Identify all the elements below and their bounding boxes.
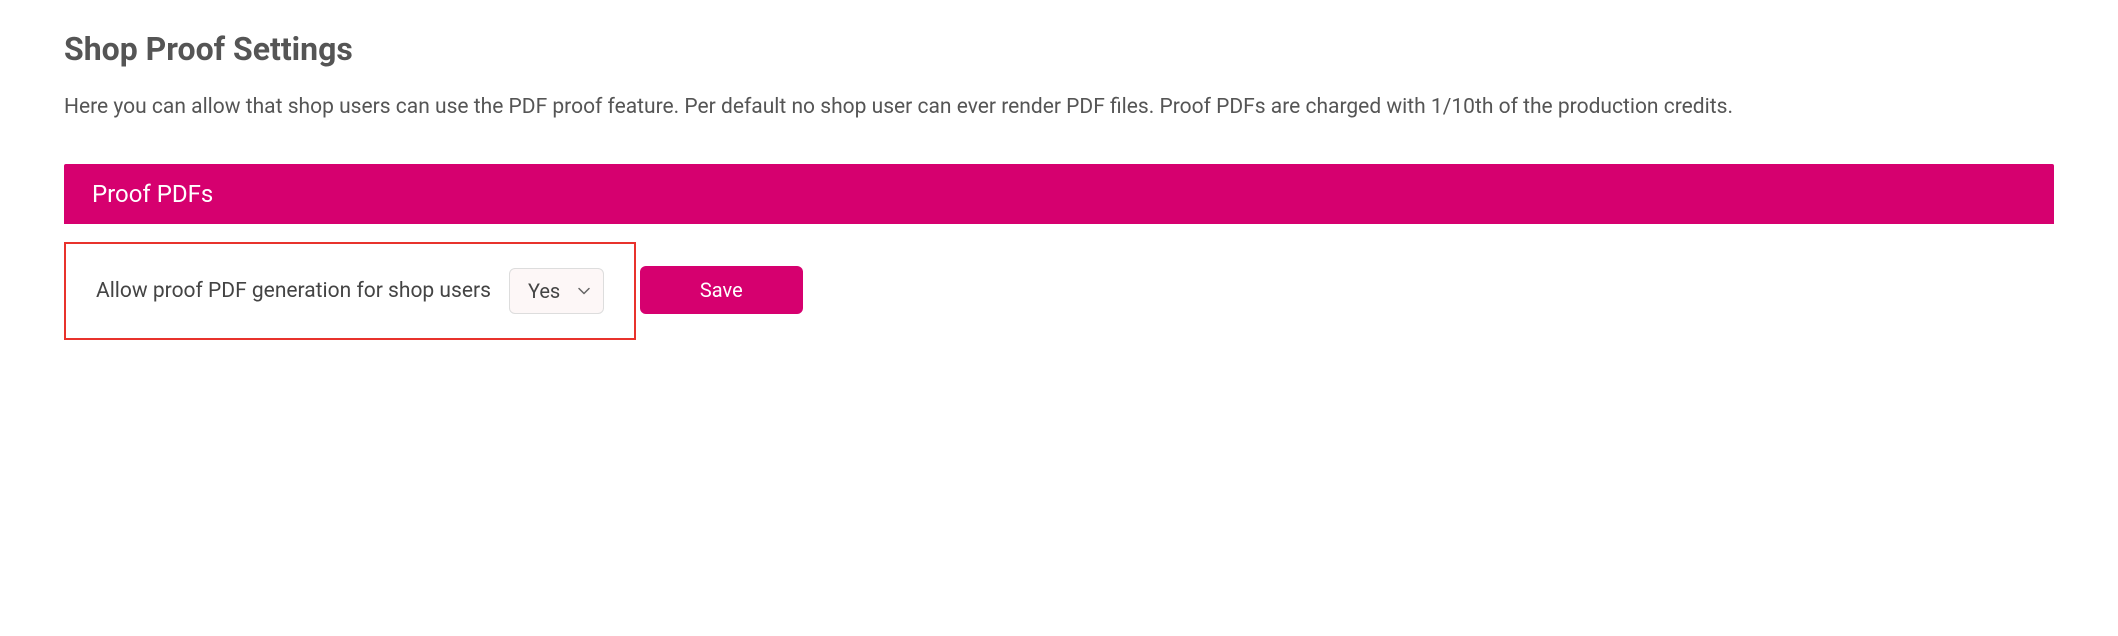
page-description: Here you can allow that shop users can u… xyxy=(64,92,2054,124)
panel-header: Proof PDFs xyxy=(64,164,2054,224)
allow-proof-pdf-label: Allow proof PDF generation for shop user… xyxy=(96,279,491,303)
save-button[interactable]: Save xyxy=(640,266,803,314)
allow-proof-pdf-select[interactable]: Yes xyxy=(509,268,604,314)
page-title: Shop Proof Settings xyxy=(64,30,2054,68)
allow-proof-pdf-select-wrap: Yes xyxy=(509,268,604,314)
setting-highlight-box: Allow proof PDF generation for shop user… xyxy=(64,242,636,340)
